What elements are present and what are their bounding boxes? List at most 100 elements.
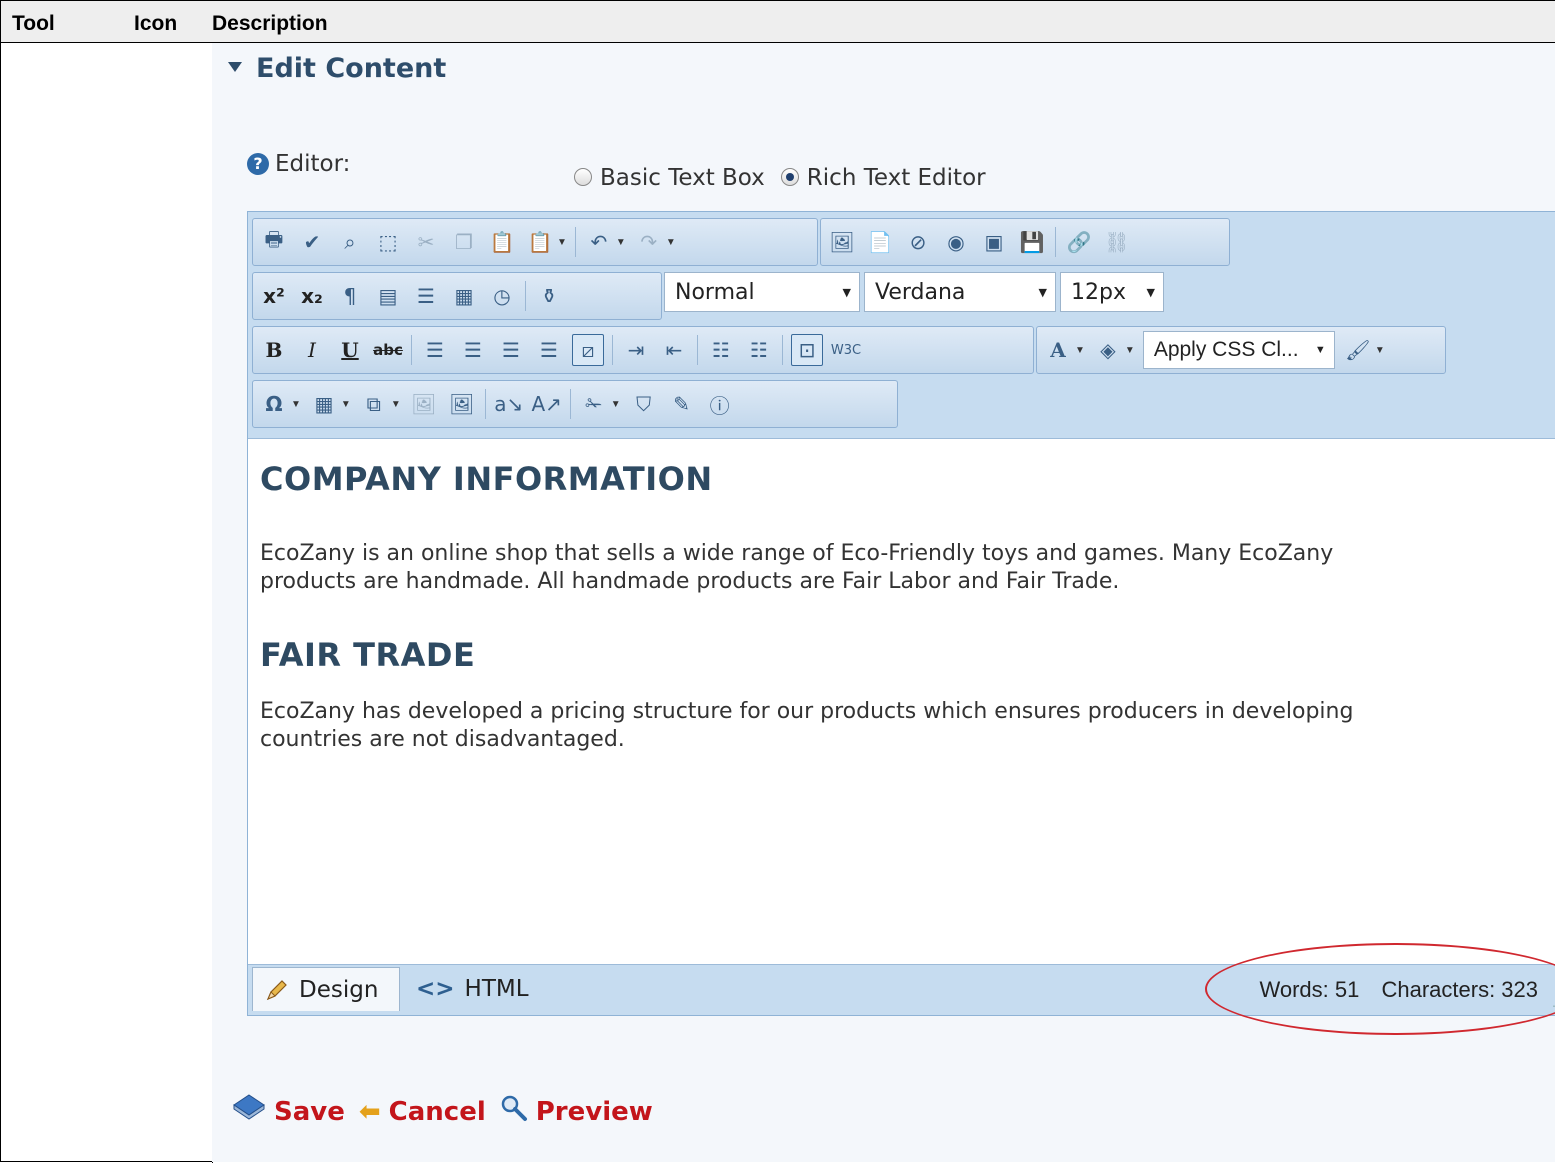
media-manager-icon[interactable]: ◉ xyxy=(941,227,971,257)
paragraph-icon[interactable]: ☰ xyxy=(411,281,441,311)
snippet-dropdown-arrow-icon[interactable]: ▼ xyxy=(391,399,401,410)
image-properties-icon[interactable]: 🖼 xyxy=(447,389,477,419)
content-paragraph-1-line-1: EcoZany is an online shop that sells a w… xyxy=(260,541,1334,566)
basic-text-box-label[interactable]: Basic Text Box xyxy=(600,165,765,191)
collapse-triangle-icon[interactable] xyxy=(228,61,242,72)
template-manager-icon[interactable]: ▣ xyxy=(979,227,1009,257)
insert-date-icon[interactable]: ▦ xyxy=(449,281,479,311)
section-title-text: Edit Content xyxy=(256,53,447,84)
background-color-dropdown-arrow-icon[interactable]: ▼ xyxy=(1125,345,1135,356)
new-paragraph-icon[interactable]: ¶ xyxy=(335,281,365,311)
cut-icon[interactable]: ✂ xyxy=(411,227,441,257)
document-manager-icon[interactable]: 📄 xyxy=(865,227,895,257)
align-left-icon[interactable]: ☰ xyxy=(420,335,450,365)
indent-icon[interactable]: ⇥ xyxy=(621,335,651,365)
paste-options-icon[interactable]: 📋 xyxy=(525,227,555,257)
paragraph-style-dropdown[interactable]: Normal ▼ xyxy=(664,272,860,312)
find-icon[interactable]: ⌕ xyxy=(335,227,365,257)
insert-placeholder-icon[interactable]: ⛉ xyxy=(629,389,659,419)
column-header-icon: Icon xyxy=(134,12,178,35)
dropdown-arrow-icon: ▼ xyxy=(842,285,851,299)
toolbar-separator xyxy=(612,335,613,365)
superscript-icon[interactable]: x² xyxy=(259,281,289,311)
design-mode-label: Design xyxy=(299,976,379,1003)
spellcheck-icon[interactable]: ✔ xyxy=(297,227,327,257)
paragraph-style-value: Normal xyxy=(675,279,755,305)
numbered-list-icon[interactable]: ☷ xyxy=(706,335,736,365)
save-button[interactable]: Save xyxy=(232,1093,345,1130)
toggle-table-border-icon[interactable]: ⊡ xyxy=(791,334,823,366)
rich-text-editor-label[interactable]: Rich Text Editor xyxy=(807,165,986,191)
strikethrough-button[interactable]: abc xyxy=(373,335,403,365)
cancel-button[interactable]: ⬅ Cancel xyxy=(359,1097,486,1127)
copy-icon[interactable]: ❐ xyxy=(449,227,479,257)
underline-button[interactable]: U xyxy=(335,335,365,365)
content-heading-fair-trade: FAIR TRADE xyxy=(260,636,476,674)
toolbar-row-1b: 🖼 📄 ⊘ ◉ ▣ 💾 🔗 ⛓ xyxy=(820,218,1230,266)
subscript-icon[interactable]: x₂ xyxy=(297,281,327,311)
redo-dropdown-arrow-icon[interactable]: ▼ xyxy=(666,237,676,248)
editor-toolbar: 🖶 ✔ ⌕ ⬚ ✂ ❐ 📋 📋 ▼ ↶ ▼ ↷ ▼ 🖼 📄 ⊘ ◉ ▣ 💾 🔗 … xyxy=(248,212,1555,439)
redo-icon[interactable]: ↷ xyxy=(634,227,664,257)
module-manager-icon[interactable]: ✁ xyxy=(579,389,609,419)
font-size-dropdown[interactable]: 12px ▼ xyxy=(1060,272,1164,312)
convert-uppercase-icon[interactable]: A↗ xyxy=(532,389,562,419)
help-icon[interactable]: ? xyxy=(247,153,269,175)
html-mode-tab[interactable]: <> HTML xyxy=(404,967,541,1011)
convert-lowercase-icon[interactable]: a↘ xyxy=(494,389,524,419)
format-sets-dropdown-arrow-icon[interactable]: ▼ xyxy=(1375,345,1385,356)
undo-dropdown-arrow-icon[interactable]: ▼ xyxy=(616,237,626,248)
design-mode-tab[interactable]: Design xyxy=(252,967,400,1011)
xhtml-validator-icon[interactable]: W3C xyxy=(831,335,861,365)
save-template-icon[interactable]: 💾 xyxy=(1017,227,1047,257)
format-sets-icon[interactable]: 🖌 xyxy=(1343,335,1373,365)
insert-snippet-icon[interactable]: ⧉ xyxy=(359,389,389,419)
table-dropdown-arrow-icon[interactable]: ▼ xyxy=(341,399,351,410)
dropdown-arrow-icon: ▼ xyxy=(1038,285,1047,299)
rich-text-editor-radio[interactable] xyxy=(780,168,799,186)
paste-dropdown-arrow-icon[interactable]: ▼ xyxy=(557,237,567,248)
format-stripper-icon[interactable]: ⚱ xyxy=(534,281,564,311)
background-color-icon[interactable]: ◈ xyxy=(1093,335,1123,365)
align-center-icon[interactable]: ☰ xyxy=(458,335,488,365)
paste-icon[interactable]: 📋 xyxy=(487,227,517,257)
outdent-icon[interactable]: ⇤ xyxy=(659,335,689,365)
dropdown-arrow-icon: ▼ xyxy=(1314,344,1326,356)
editor-content-area[interactable]: COMPANY INFORMATION EcoZany is an online… xyxy=(260,438,1550,958)
module-dropdown-arrow-icon[interactable]: ▼ xyxy=(611,399,621,410)
align-right-icon[interactable]: ☰ xyxy=(496,335,526,365)
preview-button[interactable]: Preview xyxy=(500,1094,653,1129)
bold-button[interactable]: B xyxy=(259,335,289,365)
flash-manager-icon[interactable]: ⊘ xyxy=(903,227,933,257)
undo-icon[interactable]: ↶ xyxy=(584,227,614,257)
cancel-label: Cancel xyxy=(388,1096,486,1127)
css-class-dropdown[interactable]: Apply CSS Cl... ▼ xyxy=(1142,331,1335,369)
symbols-button[interactable]: Ω xyxy=(259,389,289,419)
select-all-icon[interactable]: ⬚ xyxy=(373,227,403,257)
section-title[interactable]: Edit Content xyxy=(228,53,446,84)
back-arrow-icon: ⬅ xyxy=(358,1096,381,1127)
font-name-value: Verdana xyxy=(875,279,966,305)
italic-button[interactable]: I xyxy=(297,335,327,365)
font-color-button[interactable]: A xyxy=(1043,335,1073,365)
insert-table-icon[interactable]: ▦ xyxy=(309,389,339,419)
page-properties-icon[interactable]: ✎ xyxy=(667,389,697,419)
hyperlink-icon[interactable]: 🔗 xyxy=(1064,227,1094,257)
format-code-icon[interactable]: ▤ xyxy=(373,281,403,311)
image-map-editor-icon[interactable]: 🖼 xyxy=(409,389,439,419)
font-name-dropdown[interactable]: Verdana ▼ xyxy=(864,272,1056,312)
justify-icon[interactable]: ☰ xyxy=(534,335,564,365)
remove-link-icon[interactable]: ⛓ xyxy=(1102,227,1132,257)
insert-time-icon[interactable]: ◷ xyxy=(487,281,517,311)
toolbar-separator xyxy=(1055,227,1056,257)
basic-text-box-radio[interactable] xyxy=(574,168,592,186)
image-manager-icon[interactable]: 🖼 xyxy=(827,227,857,257)
toolbar-row-3b: A ▼ ◈ ▼ Apply CSS Cl... ▼ 🖌 ▼ xyxy=(1036,326,1446,374)
remove-alignment-icon[interactable]: ⧄ xyxy=(572,334,604,366)
css-class-value: Apply CSS Cl... xyxy=(1153,338,1299,361)
bullet-list-icon[interactable]: ☷ xyxy=(744,335,774,365)
print-icon[interactable]: 🖶 xyxy=(259,227,289,257)
about-icon[interactable]: ⓘ xyxy=(705,389,735,419)
font-color-dropdown-arrow-icon[interactable]: ▼ xyxy=(1075,345,1085,356)
symbols-dropdown-arrow-icon[interactable]: ▼ xyxy=(291,399,301,410)
